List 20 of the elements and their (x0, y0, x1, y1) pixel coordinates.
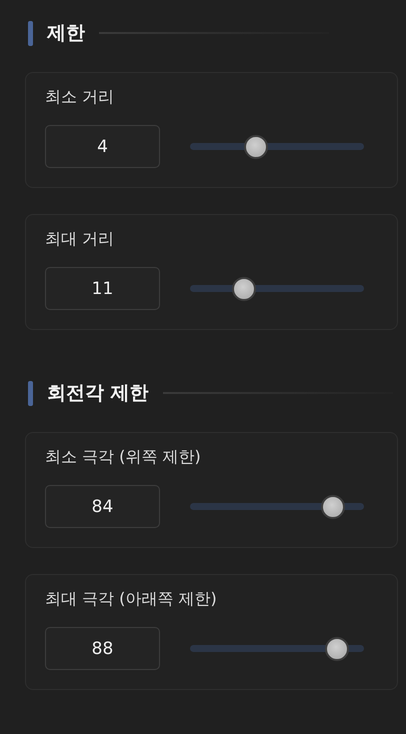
number-input[interactable]: 88 (45, 627, 160, 670)
slider-thumb[interactable] (244, 134, 268, 158)
number-input[interactable]: 11 (45, 267, 160, 310)
slider[interactable] (190, 494, 364, 518)
slider[interactable] (190, 636, 364, 660)
setting-label: 최소 거리 (45, 87, 116, 108)
accent-bar (28, 20, 33, 46)
slider-thumb[interactable] (232, 276, 256, 300)
accent-bar (28, 380, 33, 406)
slider-thumb[interactable] (320, 494, 344, 518)
setting-label: 최대 거리 (45, 229, 116, 250)
setting-label: 최소 극각 (위쪽 제한) (45, 447, 202, 468)
slider[interactable] (190, 276, 364, 300)
slider[interactable] (190, 134, 364, 158)
number-input[interactable]: 84 (45, 485, 160, 528)
section-title: 회전각 제한 (47, 381, 149, 406)
slider-thumb[interactable] (325, 636, 349, 660)
number-input[interactable]: 4 (45, 125, 160, 168)
setting-label: 최대 극각 (아래쪽 제한) (45, 589, 218, 610)
section-title: 제한 (47, 21, 85, 46)
